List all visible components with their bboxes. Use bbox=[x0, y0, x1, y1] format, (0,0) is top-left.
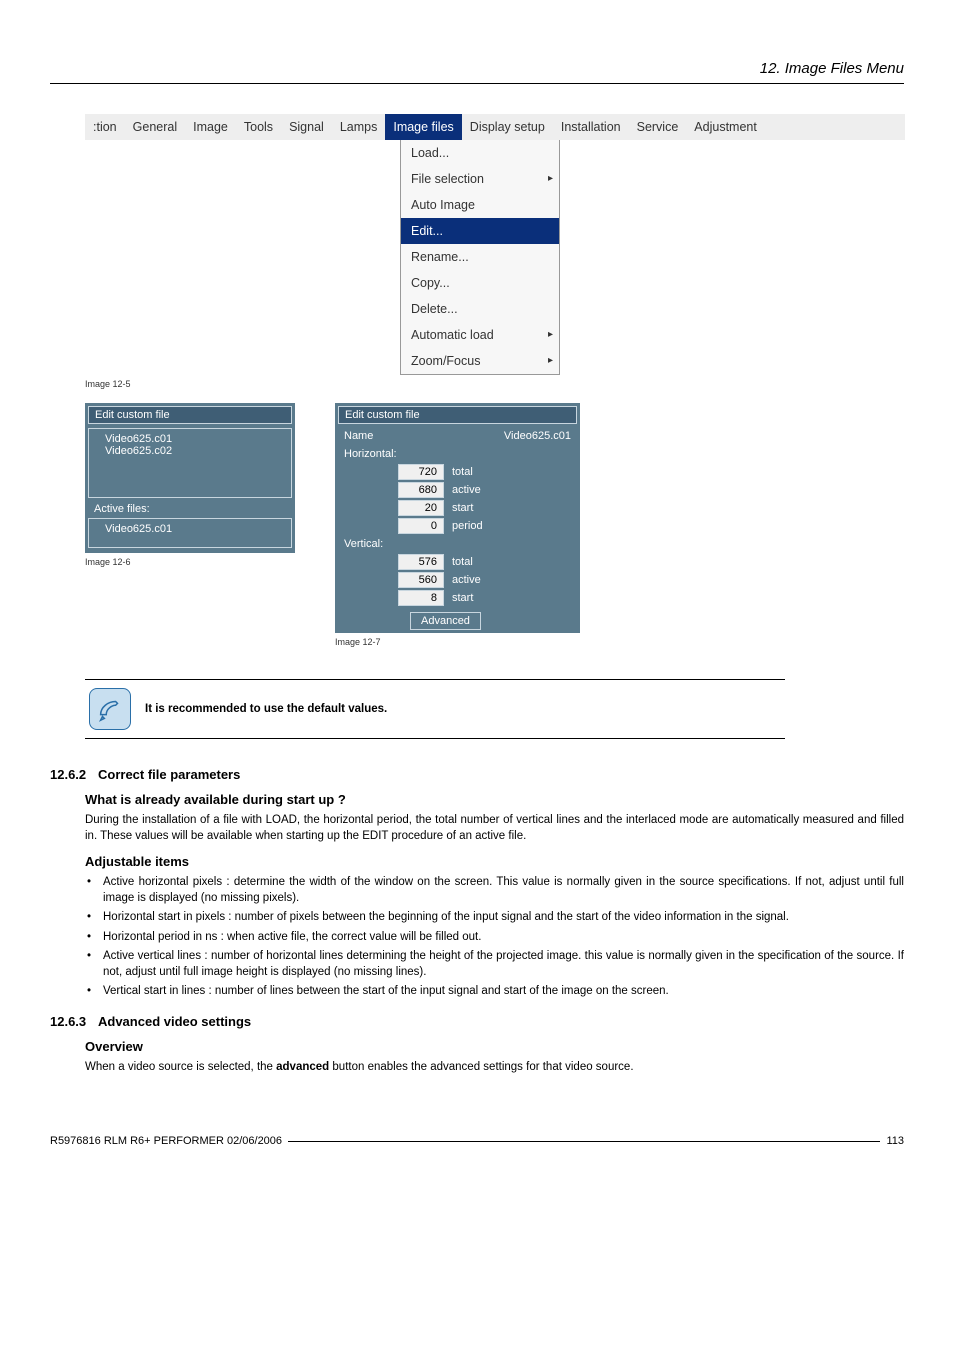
h-period-input[interactable]: 0 bbox=[398, 518, 444, 534]
list-item: Vertical start in lines : number of line… bbox=[85, 984, 904, 1000]
h-active-label: active bbox=[444, 484, 481, 496]
page-header-title: 12. Image Files Menu bbox=[50, 60, 904, 77]
list-item: Horizontal start in pixels : number of p… bbox=[85, 910, 904, 926]
menu-installation[interactable]: Installation bbox=[553, 114, 629, 140]
menu-lamps[interactable]: Lamps bbox=[332, 114, 386, 140]
menu-display-setup[interactable]: Display setup bbox=[462, 114, 553, 140]
note-text: It is recommended to use the default val… bbox=[145, 703, 387, 715]
caption-12-7: Image 12-7 bbox=[335, 637, 580, 647]
menu-action[interactable]: :tion bbox=[85, 114, 125, 140]
edit-custom-file-panel-2: Edit custom file Name Video625.c01 Horiz… bbox=[335, 403, 580, 633]
menu-adjustment[interactable]: Adjustment bbox=[686, 114, 765, 140]
h-active-input[interactable]: 680 bbox=[398, 482, 444, 498]
menu-service[interactable]: Service bbox=[629, 114, 687, 140]
subhead-startup: What is already available during start u… bbox=[85, 792, 904, 807]
panel1-file2[interactable]: Video625.c02 bbox=[95, 445, 285, 457]
footer-left: R5976816 RLM R6+ PERFORMER 02/06/2006 bbox=[50, 1135, 282, 1147]
dropdown-copy[interactable]: Copy... bbox=[401, 270, 559, 296]
caption-12-6: Image 12-6 bbox=[85, 557, 295, 567]
dropdown-automatic-load[interactable]: Automatic load ▸ bbox=[401, 322, 559, 348]
panel2-name-label: Name bbox=[338, 428, 379, 444]
h-total-label: total bbox=[444, 466, 473, 478]
panel2-horizontal-label: Horizontal: bbox=[338, 446, 577, 462]
info-hand-icon bbox=[89, 688, 131, 730]
menu-image[interactable]: Image bbox=[185, 114, 236, 140]
menu-tools[interactable]: Tools bbox=[236, 114, 281, 140]
panel1-active-label: Active files: bbox=[88, 500, 292, 518]
dropdown-edit[interactable]: Edit... bbox=[401, 218, 559, 244]
v-total-label: total bbox=[444, 556, 473, 568]
section-12-6-3: 12.6.3Advanced video settings bbox=[50, 1014, 904, 1029]
page-footer: R5976816 RLM R6+ PERFORMER 02/06/2006 11… bbox=[50, 1135, 904, 1147]
dropdown-zoom-focus[interactable]: Zoom/Focus ▸ bbox=[401, 348, 559, 374]
header-divider bbox=[50, 83, 904, 84]
panel1-file-list[interactable]: Video625.c01 Video625.c02 bbox=[88, 428, 292, 498]
dropdown-delete[interactable]: Delete... bbox=[401, 296, 559, 322]
dropdown-auto-image[interactable]: Auto Image bbox=[401, 192, 559, 218]
list-item: Horizontal period in ns : when active fi… bbox=[85, 930, 904, 946]
panel2-title: Edit custom file bbox=[338, 406, 577, 424]
list-item: Active vertical lines : number of horizo… bbox=[85, 949, 904, 980]
footer-page-number: 113 bbox=[886, 1135, 904, 1147]
note-box: It is recommended to use the default val… bbox=[85, 679, 785, 739]
section-12-6-2: 12.6.2Correct file parameters bbox=[50, 767, 904, 782]
dropdown-file-selection[interactable]: File selection ▸ bbox=[401, 166, 559, 192]
panel1-title: Edit custom file bbox=[88, 406, 292, 424]
h-start-input[interactable]: 20 bbox=[398, 500, 444, 516]
panel1-active-list[interactable]: Video625.c01 bbox=[88, 518, 292, 548]
v-active-input[interactable]: 560 bbox=[398, 572, 444, 588]
caption-12-5: Image 12-5 bbox=[85, 379, 904, 389]
menu-signal[interactable]: Signal bbox=[281, 114, 332, 140]
v-start-label: start bbox=[444, 592, 473, 604]
panel2-vertical-label: Vertical: bbox=[338, 536, 577, 552]
chevron-right-icon: ▸ bbox=[548, 352, 553, 370]
dropdown-load[interactable]: Load... bbox=[401, 140, 559, 166]
subhead-overview: Overview bbox=[85, 1039, 904, 1054]
advanced-button[interactable]: Advanced bbox=[410, 612, 481, 630]
figure-menubar-area: :tion General Image Tools Signal Lamps I… bbox=[85, 114, 904, 375]
dropdown-zoom-focus-label: Zoom/Focus bbox=[411, 354, 480, 368]
chevron-right-icon: ▸ bbox=[548, 326, 553, 344]
v-start-input[interactable]: 8 bbox=[398, 590, 444, 606]
p-startup: During the installation of a file with L… bbox=[85, 813, 904, 844]
chevron-right-icon: ▸ bbox=[548, 170, 553, 188]
h-period-label: period bbox=[444, 520, 483, 532]
adjustable-list: Active horizontal pixels : determine the… bbox=[85, 875, 904, 1000]
p-overview: When a video source is selected, the adv… bbox=[85, 1060, 904, 1076]
panel1-file1[interactable]: Video625.c01 bbox=[95, 433, 285, 445]
list-item: Active horizontal pixels : determine the… bbox=[85, 875, 904, 906]
subhead-adjustable: Adjustable items bbox=[85, 854, 904, 869]
dropdown-automatic-load-label: Automatic load bbox=[411, 328, 494, 342]
dropdown-file-selection-label: File selection bbox=[411, 172, 484, 186]
h-start-label: start bbox=[444, 502, 473, 514]
menubar: :tion General Image Tools Signal Lamps I… bbox=[85, 114, 905, 140]
edit-custom-file-panel-1: Edit custom file Video625.c01 Video625.c… bbox=[85, 403, 295, 553]
h-total-input[interactable]: 720 bbox=[398, 464, 444, 480]
footer-line bbox=[288, 1141, 880, 1142]
image-files-dropdown: Load... File selection ▸ Auto Image Edit.… bbox=[400, 140, 560, 375]
v-total-input[interactable]: 576 bbox=[398, 554, 444, 570]
dropdown-rename[interactable]: Rename... bbox=[401, 244, 559, 270]
menu-image-files[interactable]: Image files bbox=[385, 114, 461, 140]
panel-1-wrap: Edit custom file Video625.c01 Video625.c… bbox=[85, 403, 295, 581]
v-active-label: active bbox=[444, 574, 481, 586]
menu-general[interactable]: General bbox=[125, 114, 185, 140]
panel-2-wrap: Edit custom file Name Video625.c01 Horiz… bbox=[335, 403, 580, 661]
panel2-name-value: Video625.c01 bbox=[504, 430, 577, 442]
panel1-active-file[interactable]: Video625.c01 bbox=[95, 523, 285, 535]
